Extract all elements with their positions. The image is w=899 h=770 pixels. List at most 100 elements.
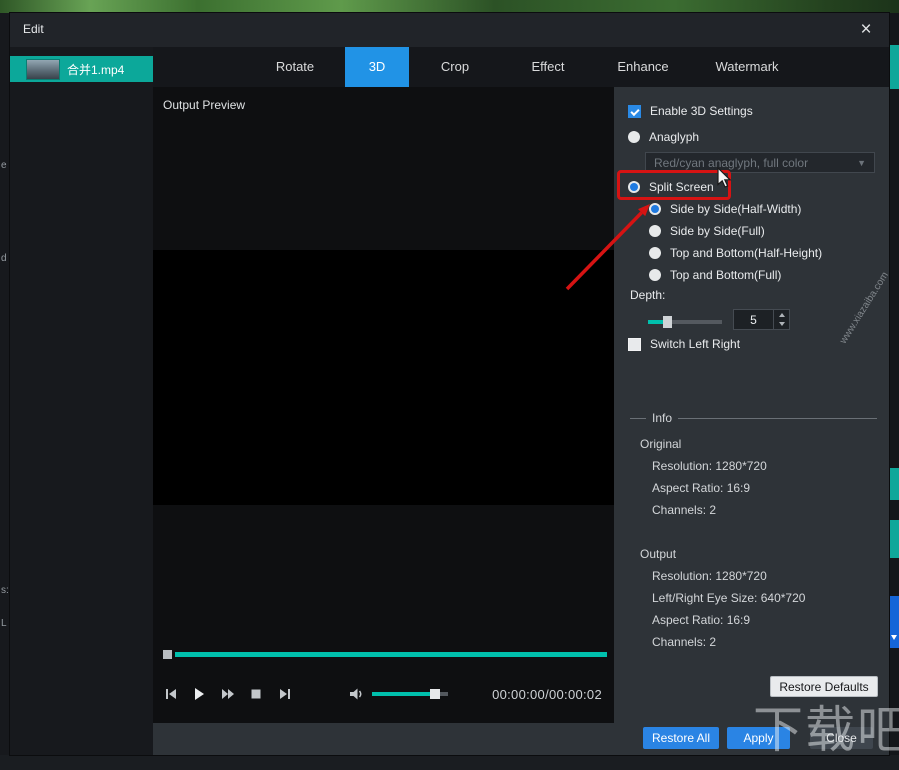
volume-slider-fill: [372, 692, 434, 696]
volume-slider-handle[interactable]: [430, 689, 440, 699]
stop-button[interactable]: [246, 684, 266, 704]
restore-all-button[interactable]: Restore All: [643, 727, 719, 749]
enable-3d-label: Enable 3D Settings: [650, 104, 753, 118]
triangle-up-icon: [778, 312, 785, 317]
skip-end-icon: [280, 689, 290, 699]
top-bottom-half-label: Top and Bottom(Half-Height): [670, 246, 823, 260]
annotation-highlight-box: [617, 170, 731, 200]
divider-line: [630, 417, 646, 419]
info-section-divider: Info: [630, 411, 877, 425]
original-title: Original: [640, 437, 682, 451]
output-eye-size: Left/Right Eye Size: 640*720: [652, 591, 806, 605]
background-button-fragment: [889, 596, 899, 648]
original-info-block: Original Resolution: 1280*720 Aspect Rat…: [640, 433, 767, 521]
anaglyph-radio-row[interactable]: Anaglyph: [628, 129, 699, 145]
close-icon[interactable]: ×: [853, 17, 879, 43]
seek-handle[interactable]: [163, 650, 172, 659]
file-name: 合并1.mp4: [67, 62, 125, 77]
background-text-fragment: d: [1, 253, 7, 264]
depth-label: Depth:: [630, 288, 666, 302]
depth-slider-handle[interactable]: [663, 316, 672, 328]
anaglyph-mode-value: Red/cyan anaglyph, full color: [654, 155, 809, 170]
switch-left-right-label: Switch Left Right: [650, 337, 741, 351]
seek-bar[interactable]: [163, 650, 607, 659]
side-by-side-half-radio[interactable]: [649, 203, 661, 215]
output-preview-area: Output Preview 00:00:00/00:00:02: [153, 87, 614, 723]
anaglyph-radio[interactable]: [628, 131, 640, 143]
skip-start-button[interactable]: [161, 684, 181, 704]
background-window-left-edge: e d s: L: [0, 13, 10, 755]
tab-watermark[interactable]: Watermark: [691, 47, 803, 87]
original-resolution: Resolution: 1280*720: [652, 459, 767, 473]
side-by-side-full-radio[interactable]: [649, 225, 661, 237]
file-list-item-selected[interactable]: 合并1.mp4: [10, 56, 153, 82]
background-text-fragment: e: [1, 160, 7, 171]
chevron-down-icon: ▼: [857, 157, 866, 168]
background-window-right-edge: [889, 13, 899, 755]
background-scrollbar-fragment: [889, 468, 899, 500]
side-by-side-full-label: Side by Side(Full): [670, 224, 765, 238]
depth-slider[interactable]: [648, 316, 722, 328]
tab-enhance[interactable]: Enhance: [595, 47, 691, 87]
background-scrollbar-fragment: [889, 520, 899, 558]
info-section-title: Info: [652, 411, 673, 425]
time-display: 00:00:00/00:00:02: [492, 687, 602, 702]
top-bottom-half-radio[interactable]: [649, 247, 661, 259]
output-info-block: Output Resolution: 1280*720 Left/Right E…: [640, 543, 805, 653]
background-text-fragment: L: [1, 618, 7, 629]
top-bottom-half-radio-row[interactable]: Top and Bottom(Half-Height): [649, 245, 822, 261]
side-by-side-half-radio-row[interactable]: Side by Side(Half-Width): [649, 201, 801, 217]
volume-slider[interactable]: [372, 689, 448, 699]
depth-label-row: Depth:: [630, 287, 665, 303]
output-title: Output: [640, 547, 677, 561]
play-icon: [195, 688, 204, 700]
top-bottom-full-radio-row[interactable]: Top and Bottom(Full): [649, 267, 781, 283]
speaker-icon: [350, 688, 362, 700]
tab-crop[interactable]: Crop: [409, 47, 501, 87]
seek-bar-fill: [175, 652, 607, 657]
background-text-fragment: s:: [1, 585, 9, 596]
edit-dialog: Edit × 合并1.mp4 Rotate 3D Crop Effect Enh…: [10, 13, 889, 755]
depth-value: 5: [750, 312, 757, 327]
dialog-title: Edit: [23, 22, 44, 36]
depth-spinner-buttons: [773, 310, 789, 329]
video-frame: [153, 250, 614, 505]
side-by-side-half-label: Side by Side(Half-Width): [670, 202, 802, 216]
video-thumbnail: [26, 58, 60, 80]
output-preview-label: Output Preview: [163, 98, 246, 112]
background-glyph-fragment: [891, 635, 897, 640]
original-aspect-ratio: Aspect Ratio: 16:9: [652, 481, 751, 495]
output-aspect-ratio: Aspect Ratio: 16:9: [652, 613, 751, 627]
fast-forward-button[interactable]: [218, 684, 238, 704]
skip-start-icon: [166, 689, 176, 699]
spinner-down-button[interactable]: [774, 320, 789, 330]
switch-left-right-checkbox-row[interactable]: Switch Left Right: [628, 336, 740, 352]
anaglyph-label: Anaglyph: [649, 130, 700, 144]
original-channels: Channels: 2: [652, 503, 717, 517]
watermark-large: 下载吧: [753, 702, 899, 758]
output-resolution: Resolution: 1280*720: [652, 569, 767, 583]
tab-3d[interactable]: 3D: [345, 47, 409, 87]
enable-3d-checkbox-row[interactable]: Enable 3D Settings: [628, 103, 753, 119]
triangle-down-icon: [778, 322, 785, 327]
desktop-wallpaper: [0, 0, 899, 13]
top-bottom-full-radio[interactable]: [649, 269, 661, 281]
skip-end-button[interactable]: [275, 684, 295, 704]
depth-spinner[interactable]: 5: [733, 309, 790, 330]
fast-forward-icon: [222, 689, 234, 699]
volume-button[interactable]: [346, 684, 366, 704]
spinner-up-button[interactable]: [774, 310, 789, 320]
side-by-side-full-radio-row[interactable]: Side by Side(Full): [649, 223, 765, 239]
top-bottom-full-label: Top and Bottom(Full): [670, 268, 782, 282]
stop-icon: [251, 689, 261, 699]
dialog-titlebar[interactable]: Edit ×: [10, 13, 889, 47]
play-button[interactable]: [189, 684, 209, 704]
enable-3d-checkbox[interactable]: [628, 104, 641, 118]
output-channels: Channels: 2: [652, 635, 717, 649]
background-accent-strip: [889, 45, 899, 89]
switch-left-right-checkbox[interactable]: [628, 337, 641, 351]
tab-rotate[interactable]: Rotate: [245, 47, 345, 87]
file-list-panel: 合并1.mp4: [10, 47, 153, 755]
tab-effect[interactable]: Effect: [501, 47, 595, 87]
divider-line: [678, 417, 877, 419]
